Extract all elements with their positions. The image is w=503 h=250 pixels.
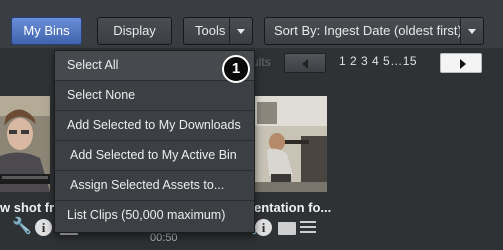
info-icon[interactable]: i: [35, 219, 52, 236]
info-icon[interactable]: i: [255, 219, 272, 236]
menu-item-add-to-active-bin[interactable]: Add Selected to My Active Bin: [55, 141, 254, 171]
chevron-down-icon: [237, 29, 245, 34]
wrench-icon[interactable]: 🔧: [12, 218, 32, 236]
sort-by-label: Sort By: Ingest Date (oldest first): [274, 23, 462, 38]
asset-thumbnail-image: [253, 96, 327, 192]
menu-icon[interactable]: [300, 221, 316, 234]
chevron-left-icon: [302, 59, 308, 69]
tools-label: Tools: [195, 23, 226, 38]
asset-title[interactable]: entation fo...: [254, 200, 331, 215]
toolbar: My Bins Display Tools Sort By: Ingest Da…: [0, 0, 503, 48]
menu-item-list-clips[interactable]: List Clips (50,000 maximum): [55, 201, 254, 231]
asset-thumbnail-image: [0, 96, 50, 192]
sort-dropdown-arrow[interactable]: [460, 18, 483, 44]
sort-by-select[interactable]: Sort By: Ingest Date (oldest first): [264, 17, 484, 45]
tools-dropdown-arrow[interactable]: [229, 18, 252, 44]
page-numbers[interactable]: 1 2 3 4 5…15: [339, 54, 417, 68]
display-button[interactable]: Display: [97, 17, 172, 45]
chevron-down-icon: [468, 29, 476, 34]
menu-item-assign-assets[interactable]: Assign Selected Assets to...: [55, 171, 254, 201]
asset-duration: 00:50: [150, 232, 178, 244]
my-bins-button[interactable]: My Bins: [11, 17, 82, 45]
tools-dropdown-button[interactable]: Tools: [183, 17, 253, 45]
next-page-button[interactable]: [440, 53, 482, 73]
asset-thumbnail[interactable]: [0, 96, 50, 192]
folder-plus-icon[interactable]: [278, 222, 296, 235]
asset-thumbnail[interactable]: [253, 96, 327, 192]
step-callout: 1: [222, 55, 250, 83]
chevron-right-icon: [460, 59, 466, 69]
menu-item-add-to-downloads[interactable]: Add Selected to My Downloads: [55, 111, 254, 141]
menu-item-select-none[interactable]: Select None: [55, 81, 254, 111]
prev-page-button[interactable]: [284, 53, 326, 73]
